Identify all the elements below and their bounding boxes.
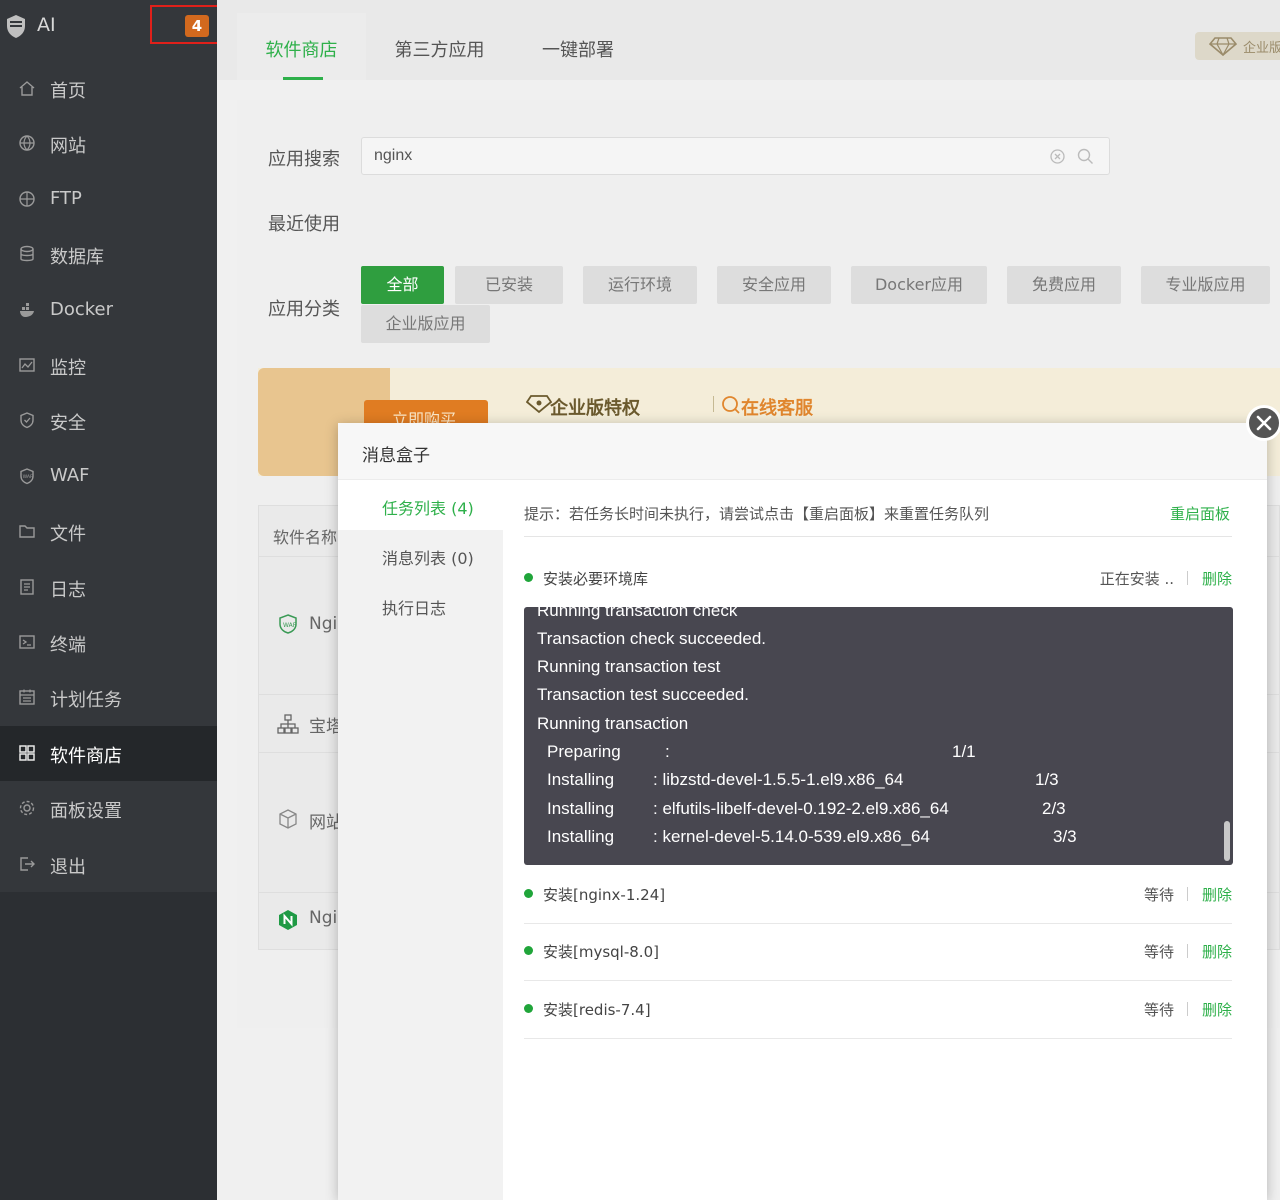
- console-step-package: :: [665, 742, 670, 761]
- task-name: 安装[nginx-1.24]: [543, 886, 666, 904]
- console-step-package: : kernel-devel-5.14.0-539.el9.x86_64: [653, 827, 930, 846]
- tab-execution-log[interactable]: 执行日志: [338, 580, 503, 630]
- divider: [1187, 944, 1188, 958]
- tab-execution-log-label: 执行日志: [382, 599, 447, 618]
- modal-header: 消息盒子: [338, 423, 1267, 480]
- console-step-action: Installing: [547, 770, 615, 789]
- task-name: 安装[mysql-8.0]: [543, 943, 659, 961]
- status-dot: [524, 573, 533, 582]
- task-item: 安装[redis-7.4] 等待 删除: [524, 982, 1232, 1039]
- console-line: Transaction test succeeded.: [537, 685, 749, 704]
- tab-message-list-label: 消息列表 (0): [382, 549, 474, 568]
- delete-task-button[interactable]: 删除: [1202, 999, 1232, 1020]
- task-name: 安装必要环境库: [543, 570, 649, 588]
- console-step-package: : libzstd-devel-1.5.5-1.el9.x86_64: [653, 770, 904, 789]
- modal-title: 消息盒子: [362, 446, 430, 466]
- divider: [1187, 887, 1188, 901]
- console-step-action: Preparing: [547, 742, 621, 761]
- delete-task-button[interactable]: 删除: [1202, 884, 1232, 905]
- console-step-count: 1/3: [1035, 770, 1059, 789]
- console-step-count: 2/3: [1042, 799, 1066, 818]
- tab-task-list-label: 任务列表 (4): [382, 499, 474, 518]
- modal-tabs: 任务列表 (4) 消息列表 (0) 执行日志: [338, 480, 503, 1200]
- console-step-count: 3/3: [1053, 827, 1077, 846]
- task-status: 等待: [1143, 1001, 1174, 1019]
- install-console[interactable]: Running transaction check Transaction ch…: [524, 607, 1233, 865]
- console-line: Transaction check succeeded.: [537, 629, 766, 648]
- close-icon: [1256, 415, 1272, 431]
- task-item: 安装[nginx-1.24] 等待 删除: [524, 867, 1232, 924]
- task-status: 等待: [1143, 886, 1174, 904]
- console-line: Running transaction: [537, 714, 689, 733]
- divider: [1187, 571, 1188, 585]
- task-item: 安装必要环境库 正在安装 .. 删除: [524, 551, 1232, 608]
- console-line: Running transaction test: [537, 657, 721, 676]
- delete-task-button[interactable]: 删除: [1202, 568, 1232, 589]
- hint-text: 提示：若任务长时间未执行，请尝试点击【重启面板】来重置任务队列: [524, 505, 990, 523]
- task-status: 等待: [1143, 943, 1174, 961]
- console-step-package: : elfutils-libelf-devel-0.192-2.el9.x86_…: [653, 799, 949, 818]
- status-dot: [524, 889, 533, 898]
- restart-panel-link[interactable]: 重启面板: [1170, 503, 1230, 524]
- task-name: 安装[redis-7.4]: [543, 1001, 651, 1019]
- status-dot: [524, 1004, 533, 1013]
- status-dot: [524, 946, 533, 955]
- tab-message-list[interactable]: 消息列表 (0): [338, 530, 503, 580]
- console-scrollbar[interactable]: [1224, 821, 1230, 861]
- task-status: 正在安装 ..: [1099, 570, 1174, 588]
- tab-task-list[interactable]: 任务列表 (4): [338, 480, 503, 530]
- message-box-modal: 消息盒子 任务列表 (4) 消息列表 (0) 执行日志 提示：若任务长时间未执行…: [338, 423, 1267, 1200]
- close-modal-button[interactable]: [1246, 405, 1280, 441]
- divider: [524, 536, 1232, 537]
- console-step-count: 1/1: [952, 742, 976, 761]
- divider: [1187, 1002, 1188, 1016]
- task-item: 安装[mysql-8.0] 等待 删除: [524, 924, 1232, 981]
- console-step-action: Installing: [547, 799, 615, 818]
- console-line: Running transaction check: [537, 607, 738, 620]
- console-step-action: Installing: [547, 827, 615, 846]
- delete-task-button[interactable]: 删除: [1202, 941, 1232, 962]
